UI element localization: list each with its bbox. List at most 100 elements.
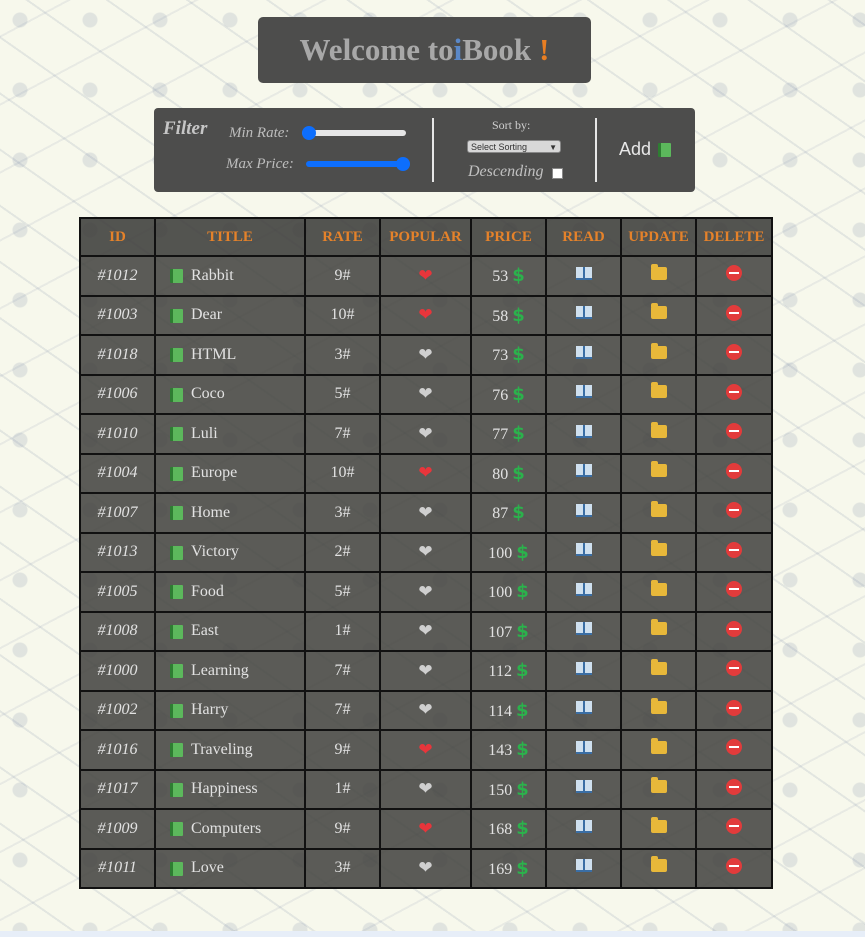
cell-price: 169 $: [470, 847, 547, 889]
cell-title: Love: [154, 847, 306, 889]
folder-icon[interactable]: [650, 777, 667, 794]
sort-select[interactable]: Select Sorting ▼: [467, 140, 561, 153]
cell-id: #1007: [79, 492, 156, 534]
red-heart-icon[interactable]: ❤: [418, 266, 432, 285]
cell-price: 112 $: [470, 650, 547, 692]
open-book-icon[interactable]: [575, 819, 592, 833]
folder-icon[interactable]: [650, 382, 667, 399]
open-book-icon[interactable]: [575, 503, 592, 517]
no-entry-icon[interactable]: [726, 462, 742, 479]
header-title[interactable]: TITLE: [154, 217, 306, 257]
white-heart-icon[interactable]: ❤: [418, 582, 432, 601]
open-book-icon[interactable]: [575, 780, 592, 794]
red-heart-icon[interactable]: ❤: [418, 305, 432, 324]
white-heart-icon[interactable]: ❤: [418, 384, 432, 403]
open-book-icon[interactable]: [575, 385, 592, 399]
no-entry-icon[interactable]: [726, 778, 742, 795]
folder-icon[interactable]: [650, 540, 667, 557]
max-price-slider[interactable]: [306, 157, 410, 171]
cell-read: [545, 610, 622, 652]
folder-icon[interactable]: [650, 263, 667, 280]
folder-icon[interactable]: [650, 461, 667, 478]
folder-icon[interactable]: [650, 698, 667, 715]
no-entry-icon[interactable]: [726, 818, 742, 835]
open-book-icon[interactable]: [575, 424, 592, 438]
cell-price: 76 $: [470, 373, 547, 415]
no-entry-icon[interactable]: [726, 857, 742, 874]
header-popular[interactable]: POPULAR: [379, 217, 472, 257]
min-rate-slider-thumb[interactable]: [302, 126, 316, 140]
descending-checkbox[interactable]: [552, 168, 563, 179]
dollar-icon: $: [516, 541, 529, 563]
no-entry-icon[interactable]: [726, 581, 742, 598]
white-heart-icon[interactable]: ❤: [418, 858, 432, 877]
no-entry-icon[interactable]: [726, 423, 742, 440]
cell-id: #1018: [79, 334, 156, 376]
header-rate[interactable]: RATE: [304, 217, 381, 257]
cell-read: [545, 373, 622, 415]
max-price-slider-thumb[interactable]: [396, 157, 410, 171]
white-heart-icon[interactable]: ❤: [418, 661, 432, 680]
sort-label: Sort by:: [492, 118, 531, 132]
no-entry-icon[interactable]: [726, 739, 742, 756]
no-entry-icon[interactable]: [726, 699, 742, 716]
min-rate-slider[interactable]: [302, 126, 406, 140]
dollar-icon: $: [512, 502, 525, 524]
open-book-icon[interactable]: [575, 582, 592, 596]
open-book-icon[interactable]: [575, 661, 592, 675]
open-book-icon[interactable]: [575, 345, 592, 359]
no-entry-icon[interactable]: [726, 304, 742, 321]
white-heart-icon[interactable]: ❤: [418, 621, 432, 640]
open-book-icon[interactable]: [575, 859, 592, 873]
cell-delete: [695, 768, 773, 810]
open-book-icon[interactable]: [575, 464, 592, 478]
filter-panel: Filter Min Rate: Max Price: Sort by: Sel…: [154, 108, 695, 192]
cell-read: [545, 650, 622, 692]
red-heart-icon[interactable]: ❤: [418, 740, 432, 759]
no-entry-icon[interactable]: [726, 383, 742, 400]
folder-icon[interactable]: [650, 500, 667, 517]
dollar-icon: $: [512, 304, 525, 326]
add-button[interactable]: Add: [619, 139, 672, 160]
folder-icon[interactable]: [650, 658, 667, 675]
white-heart-icon[interactable]: ❤: [418, 503, 432, 522]
open-book-icon[interactable]: [575, 306, 592, 320]
cell-popular: ❤: [379, 452, 472, 494]
no-entry-icon[interactable]: [726, 541, 742, 558]
white-heart-icon[interactable]: ❤: [418, 542, 432, 561]
folder-icon[interactable]: [650, 303, 667, 320]
header-id[interactable]: ID: [79, 217, 156, 257]
white-heart-icon[interactable]: ❤: [418, 424, 432, 443]
header-price[interactable]: PRICE: [470, 217, 547, 257]
folder-icon[interactable]: [650, 342, 667, 359]
open-book-icon[interactable]: [575, 266, 592, 280]
folder-icon[interactable]: [650, 619, 667, 636]
horizontal-scrollbar[interactable]: [0, 931, 865, 937]
cell-read: [545, 413, 622, 455]
no-entry-icon[interactable]: [726, 265, 742, 282]
white-heart-icon[interactable]: ❤: [418, 700, 432, 719]
table-row: #1012 Rabbit 9# ❤ 53 $: [79, 255, 773, 297]
open-book-icon[interactable]: [575, 622, 592, 636]
folder-icon[interactable]: [650, 421, 667, 438]
no-entry-icon[interactable]: [726, 620, 742, 637]
red-heart-icon[interactable]: ❤: [418, 819, 432, 838]
cell-delete: [695, 255, 773, 297]
no-entry-icon[interactable]: [726, 344, 742, 361]
cell-read: [545, 808, 622, 850]
cell-update: [620, 650, 697, 692]
no-entry-icon[interactable]: [726, 502, 742, 519]
folder-icon[interactable]: [650, 816, 667, 833]
cell-delete: [695, 531, 773, 573]
title-text: Victory: [191, 543, 239, 561]
white-heart-icon[interactable]: ❤: [418, 779, 432, 798]
folder-icon[interactable]: [650, 856, 667, 873]
open-book-icon[interactable]: [575, 701, 592, 715]
folder-icon[interactable]: [650, 579, 667, 596]
red-heart-icon[interactable]: ❤: [418, 463, 432, 482]
white-heart-icon[interactable]: ❤: [418, 345, 432, 364]
open-book-icon[interactable]: [575, 543, 592, 557]
folder-icon[interactable]: [650, 737, 667, 754]
open-book-icon[interactable]: [575, 740, 592, 754]
no-entry-icon[interactable]: [726, 660, 742, 677]
